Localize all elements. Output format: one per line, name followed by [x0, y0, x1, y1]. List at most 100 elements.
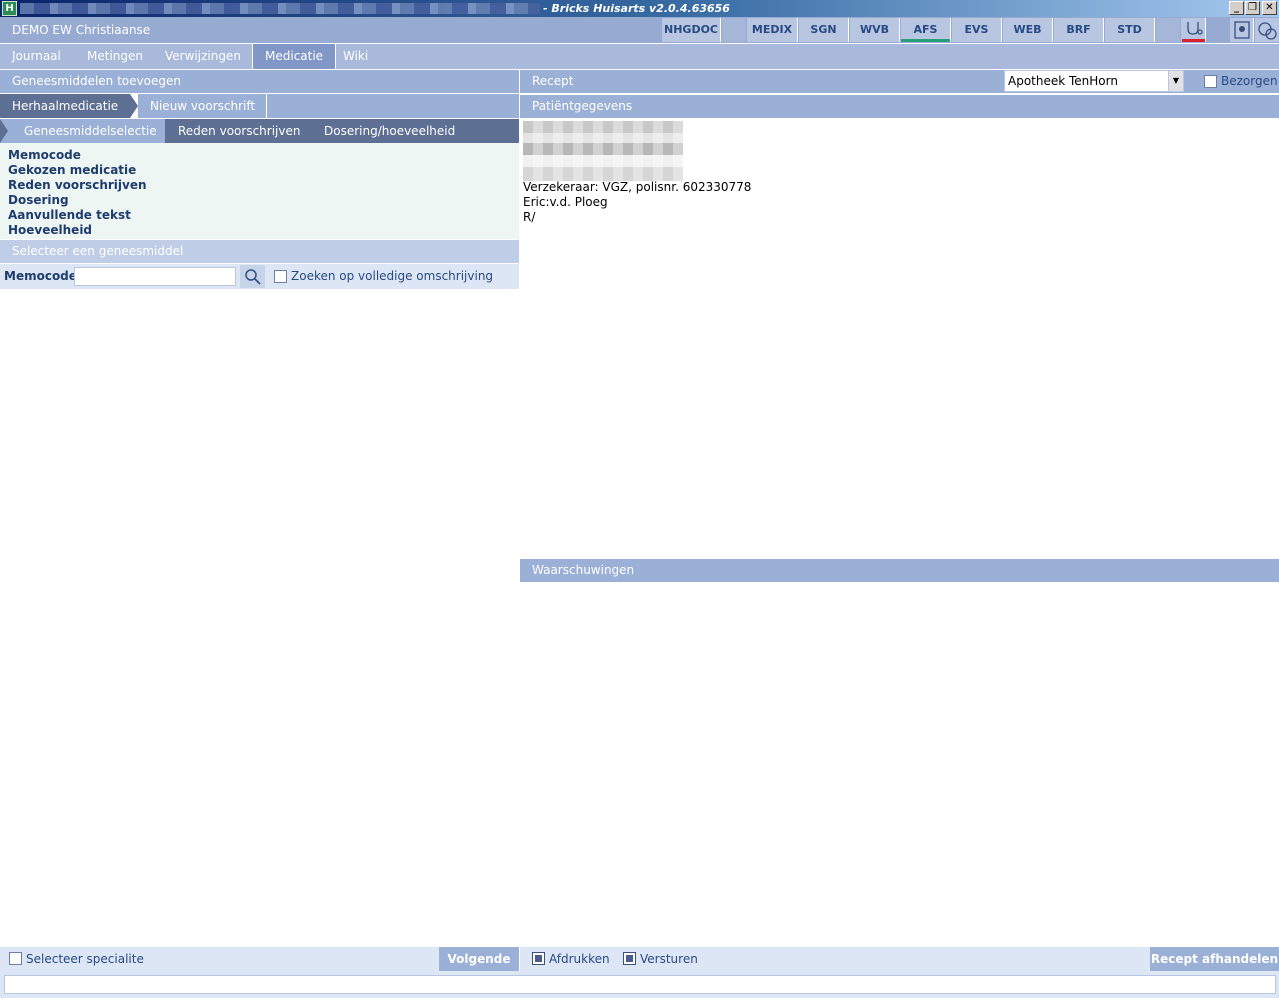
step-label: Geneesmiddelselectie	[24, 124, 157, 138]
toolbar-button-wvb[interactable]: WVB	[850, 18, 900, 42]
step-label: Dosering/hoeveelheid	[324, 124, 456, 138]
right-action-bar: Afdrukken Versturen Recept afhandelen	[520, 947, 1279, 971]
tab-verwijzingen[interactable]: Verwijzingen	[153, 44, 253, 69]
tab-journaal[interactable]: Journaal	[0, 44, 73, 69]
prescriber-line: Eric:v.d. Ploeg	[523, 195, 608, 209]
full-description-checkbox[interactable]	[274, 270, 287, 283]
main-nav: Journaal Metingen Verwijzingen Medicatie…	[0, 43, 1279, 69]
step-label: Reden voorschrijven	[178, 124, 301, 138]
recipe-marker: R/	[523, 210, 536, 224]
search-row: Memocode Zoeken op volledige omschrijvin…	[0, 264, 519, 289]
toolbar-button-label: NHGDOC	[664, 23, 718, 36]
toolbar-button-sgn[interactable]: SGN	[799, 18, 849, 42]
specialite-checkbox[interactable]	[9, 952, 22, 965]
summary-dosering: Dosering	[8, 193, 69, 207]
toolbar-button-label: EVS	[964, 23, 989, 36]
bubbles-icon	[1258, 22, 1277, 40]
recept-title: Recept	[532, 74, 574, 88]
full-description-label: Zoeken op volledige omschrijving	[291, 269, 494, 283]
summary-gekozen-medicatie: Gekozen medicatie	[8, 163, 137, 177]
toolbar-button-label: STD	[1117, 23, 1142, 36]
patient-info: Verzekeraar: VGZ, polisnr. 602330778 Eri…	[523, 180, 751, 225]
prescription-type-tabs: Herhaalmedicatie Nieuw voorschrift	[0, 94, 519, 118]
toolbar-spacer	[722, 18, 746, 42]
active-indicator	[901, 39, 950, 42]
status-bar	[0, 971, 1279, 998]
tab-filler	[266, 94, 519, 118]
window-title: - Bricks Huisarts v2.0.4.63656	[543, 2, 730, 15]
patient-redacted-block	[523, 121, 683, 181]
print-checkbox[interactable]	[532, 952, 545, 965]
minimize-button[interactable]: _	[1229, 1, 1244, 15]
toolbar-button-medix[interactable]: MEDIX	[747, 18, 798, 42]
toolbar-button-web[interactable]: WEB	[1003, 18, 1053, 42]
toolbar-button-label: MEDIX	[751, 23, 793, 36]
left-action-bar: Selecteer specialite Volgende	[0, 947, 519, 971]
prescription-panel: Recept Apotheek TenHorn ▼ Bezorgen Patië…	[520, 70, 1279, 947]
memocode-input[interactable]	[74, 267, 236, 286]
section-title-patient: Patiëntgegevens	[520, 95, 1279, 118]
tab-label: Herhaalmedicatie	[12, 99, 119, 113]
title-bar: H - Bricks Huisarts v2.0.4.63656 _ ❐ ✕	[0, 0, 1279, 17]
tab-label: Nieuw voorschrift	[150, 99, 256, 113]
step-geneesmiddelselectie[interactable]: Geneesmiddelselectie	[0, 119, 165, 143]
summary-memocode: Memocode	[8, 148, 81, 162]
selection-step-tabs: Geneesmiddelselectie Reden voorschrijven…	[0, 119, 519, 143]
app-window: H - Bricks Huisarts v2.0.4.63656 _ ❐ ✕ D…	[0, 0, 1279, 998]
toolbar-button-label: AFS	[913, 23, 938, 36]
stethoscope-button[interactable]	[1181, 18, 1206, 42]
stethoscope-icon	[1182, 22, 1205, 42]
toolbar-button-evs[interactable]: EVS	[952, 18, 1002, 42]
header-bar: DEMO EW Christiaanse NHGDOC MEDIX SGN WV…	[0, 17, 1279, 43]
search-button[interactable]	[240, 265, 265, 288]
chevron-down-icon[interactable]: ▼	[1168, 71, 1183, 91]
warnings-area	[520, 583, 1279, 947]
toolbar-button-label: BRF	[1066, 23, 1091, 36]
contact-card-icon	[1234, 21, 1250, 39]
contact-card-button[interactable]	[1230, 18, 1254, 42]
tab-nieuw-voorschrift[interactable]: Nieuw voorschrift	[138, 94, 266, 118]
selection-summary: Memocode Gekozen medicatie Reden voorsch…	[0, 143, 519, 239]
tab-herhaalmedicatie[interactable]: Herhaalmedicatie	[0, 94, 130, 118]
step-dosering-hoeveelheid[interactable]: Dosering/hoeveelheid	[324, 119, 455, 143]
step-reden-voorschrijven[interactable]: Reden voorschrijven	[178, 119, 300, 143]
summary-reden-voorschrijven: Reden voorschrijven	[8, 178, 147, 192]
add-medication-panel: Geneesmiddelen toevoegen Herhaalmedicati…	[0, 70, 519, 947]
pharmacy-select-value: Apotheek TenHorn	[1008, 74, 1118, 88]
toolbar-button-nhgdoc[interactable]: NHGDOC	[662, 18, 721, 42]
bezorgen-checkbox[interactable]	[1204, 75, 1217, 88]
next-button[interactable]: Volgende	[439, 947, 519, 971]
specialite-label: Selecteer specialite	[26, 952, 144, 966]
tab-medicatie[interactable]: Medicatie	[252, 44, 337, 69]
tab-arrow-icon	[130, 94, 138, 118]
bubbles-button[interactable]	[1255, 18, 1279, 42]
pharmacy-select[interactable]: Apotheek TenHorn ▼	[1004, 70, 1184, 92]
search-icon	[245, 269, 261, 285]
user-label: DEMO EW Christiaanse	[12, 23, 151, 37]
summary-hoeveelheid: Hoeveelheid	[8, 223, 93, 237]
send-label: Versturen	[640, 952, 698, 966]
app-logo-icon: H	[2, 1, 17, 16]
status-field	[4, 975, 1276, 994]
section-title-add-medication: Geneesmiddelen toevoegen	[0, 70, 519, 93]
send-checkbox[interactable]	[623, 952, 636, 965]
toolbar-button-std[interactable]: STD	[1105, 18, 1155, 42]
close-button[interactable]: ✕	[1262, 1, 1277, 15]
step-arrow-icon	[0, 119, 8, 143]
section-title-select-medication: Selecteer een geneesmiddel	[0, 240, 519, 263]
toolbar-button-brf[interactable]: BRF	[1054, 18, 1104, 42]
insurance-line: Verzekeraar: VGZ, polisnr. 602330778	[523, 180, 752, 194]
restore-button[interactable]: ❐	[1245, 1, 1260, 15]
medication-results-list[interactable]	[0, 289, 519, 947]
toolbar-button-label: WVB	[859, 23, 890, 36]
toolbar-button-afs[interactable]: AFS	[901, 18, 951, 42]
toolbar-button-label: WEB	[1013, 23, 1042, 36]
bezorgen-label: Bezorgen	[1221, 74, 1278, 88]
tab-wiki[interactable]: Wiki	[331, 44, 380, 69]
memocode-label: Memocode	[4, 269, 77, 283]
toolbar-button-label: SGN	[810, 23, 837, 36]
summary-aanvullende-tekst: Aanvullende tekst	[8, 208, 131, 222]
section-title-warnings: Waarschuwingen	[520, 559, 1279, 582]
finish-prescription-button[interactable]: Recept afhandelen	[1150, 947, 1279, 971]
tab-metingen[interactable]: Metingen	[75, 44, 155, 69]
